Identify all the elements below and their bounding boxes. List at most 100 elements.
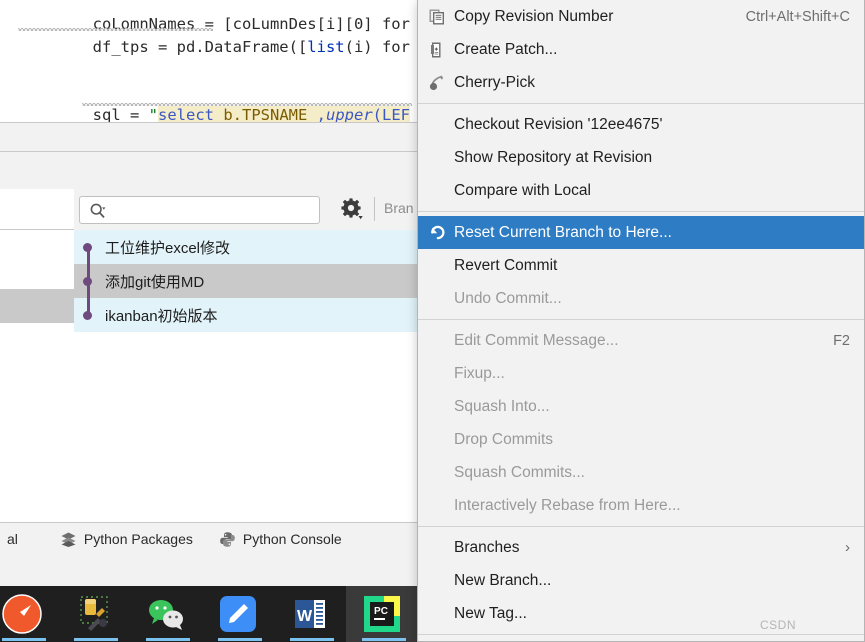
commit-node-icon [83,311,92,320]
taskbar-indicator [74,638,118,641]
menu-item-label: Show Repository at Revision [454,148,653,166]
commit-message: ikanban初始版本 [105,307,218,325]
copy-icon [426,6,448,28]
menu-separator [418,526,864,527]
taskbar-indicator [362,638,406,641]
menu-item-label: Compare with Local [454,181,591,199]
menu-item-show-repository-at-revision[interactable]: Show Repository at Revision [418,141,864,174]
menu-item-label: Fixup... [454,364,505,382]
menu-item-label: Create Patch... [454,40,558,58]
menu-item-label: Undo Commit... [454,289,562,307]
chevron-right-icon: › [845,539,850,556]
tool-button-label: Python Console [242,531,342,547]
menu-item-label: Cherry-Pick [454,73,535,91]
git-tree-selected-row[interactable] [0,289,74,323]
tool-button-python-packages[interactable]: Python Packages [60,531,193,548]
commit-message: 添加git使用MD [105,273,205,291]
taskbar-indicator [146,638,190,641]
svg-text:W: W [297,608,313,625]
menu-item-squash-commits: Squash Commits... [418,456,864,489]
packages-icon [60,531,77,548]
menu-item-edit-commit-message: Edit Commit Message... F2 [418,324,864,357]
code-line-2: sql = "select b.TPSNAME ,upper(LEF [18,82,410,122]
tool-button-label: al [7,531,18,547]
patch-icon [426,39,448,61]
menu-separator [418,634,864,635]
code-quote: " [148,106,158,122]
menu-item-interactively-rebase-from-here: Interactively Rebase from Here... [418,489,864,522]
toolbar-separator [374,197,375,221]
menu-item-label: Reset Current Branch to Here... [454,223,672,241]
menu-item-label: Branches [454,538,520,556]
taskbar-indicator [290,638,334,641]
menu-item-checkout-revision[interactable]: Checkout Revision '12ee4675' [418,108,864,141]
git-branch-tree[interactable] [0,189,75,522]
search-icon [89,202,107,220]
compass-browser-icon[interactable] [0,592,48,636]
tool-button-label: Python Packages [83,531,193,547]
dev-tools-icon[interactable] [72,592,120,636]
menu-item-label: Checkout Revision '12ee4675' [454,115,663,133]
menu-item-create-patch[interactable]: Create Patch... [418,33,864,66]
commit-message: 工位维护excel修改 [105,239,231,257]
menu-item-undo-commit: Undo Commit... [418,282,864,315]
graph-cell [74,230,104,264]
menu-item-label: Squash Into... [454,397,550,415]
branch-filter-label[interactable]: Bran [384,200,414,216]
tool-button-python-console[interactable]: Python Console [219,531,342,548]
sql-tail: (LEF [372,106,410,122]
wechat-icon[interactable] [144,592,192,636]
menu-item-copy-revision-number[interactable]: Copy Revision Number Ctrl+Alt+Shift+C [418,0,864,33]
sql-function-upper: upper [326,106,373,122]
menu-item-fixup: Fixup... [418,357,864,390]
menu-item-revert-commit[interactable]: Revert Commit [418,249,864,282]
sql-comma: , [316,106,326,122]
menu-item-label: Edit Commit Message... [454,331,619,349]
graph-cell [74,264,104,298]
code-line-1: df_tps = pd.DataFrame([list(i) for [18,14,410,56]
menu-item-label: Interactively Rebase from Here... [454,496,681,514]
git-log-context-menu[interactable]: Copy Revision Number Ctrl+Alt+Shift+C Cr… [417,0,865,642]
code-text-a: df_tps = pd.DataFrame([ [92,38,308,56]
menu-item-label: Drop Commits [454,430,554,448]
menu-item-cherry-pick[interactable]: Cherry-Pick [418,66,864,99]
menu-item-label: New Branch... [454,571,552,589]
tool-button-terminal[interactable]: al [0,531,18,547]
menu-item-label: Revert Commit [454,256,558,274]
menu-separator [418,103,864,104]
code-keyword-list: list [307,38,345,56]
reset-icon [426,222,448,244]
sql-keyword-select: select [158,106,214,122]
code-line-0: coLomnNames = [coLumnDes[i][0] for [18,0,410,33]
menu-separator [418,319,864,320]
menu-item-new-branch[interactable]: New Branch... [418,564,864,597]
python-icon [219,531,236,548]
menu-item-branches[interactable]: Branches › [418,531,864,564]
menu-item-label: New Tag... [454,604,527,622]
menu-item-compare-with-local[interactable]: Compare with Local [418,174,864,207]
sql-squiggle [82,103,412,106]
code-text-b: (i) for [344,38,410,56]
pycharm-icon[interactable]: PC [360,592,408,636]
menu-item-label: Squash Commits... [454,463,585,481]
menu-item-shortcut: Ctrl+Alt+Shift+C [745,8,850,25]
word-icon[interactable]: W [288,592,336,636]
search-input[interactable] [79,196,320,224]
menu-item-drop-commits: Drop Commits [418,423,864,456]
gear-icon[interactable] [340,197,366,223]
menu-item-new-tag[interactable]: New Tag... [418,597,864,630]
sql-injection-highlight: select b.TPSNAME ,upper(LEF [158,106,410,122]
commit-node-icon [83,277,92,286]
svg-text:PC: PC [374,606,388,617]
notes-icon[interactable] [216,592,264,636]
graph-cell [74,298,104,332]
git-tree-header [0,189,74,230]
taskbar-indicator [218,638,262,641]
code-sql-var: sql = [92,106,149,122]
menu-item-reset-current-branch-to-here[interactable]: Reset Current Branch to Here... [418,216,864,249]
taskbar-indicator [2,638,46,641]
menu-item-squash-into: Squash Into... [418,390,864,423]
commit-node-icon [83,243,92,252]
screen: coLomnNames = [coLumnDes[i][0] for df_tp… [0,0,865,642]
menu-separator [418,211,864,212]
